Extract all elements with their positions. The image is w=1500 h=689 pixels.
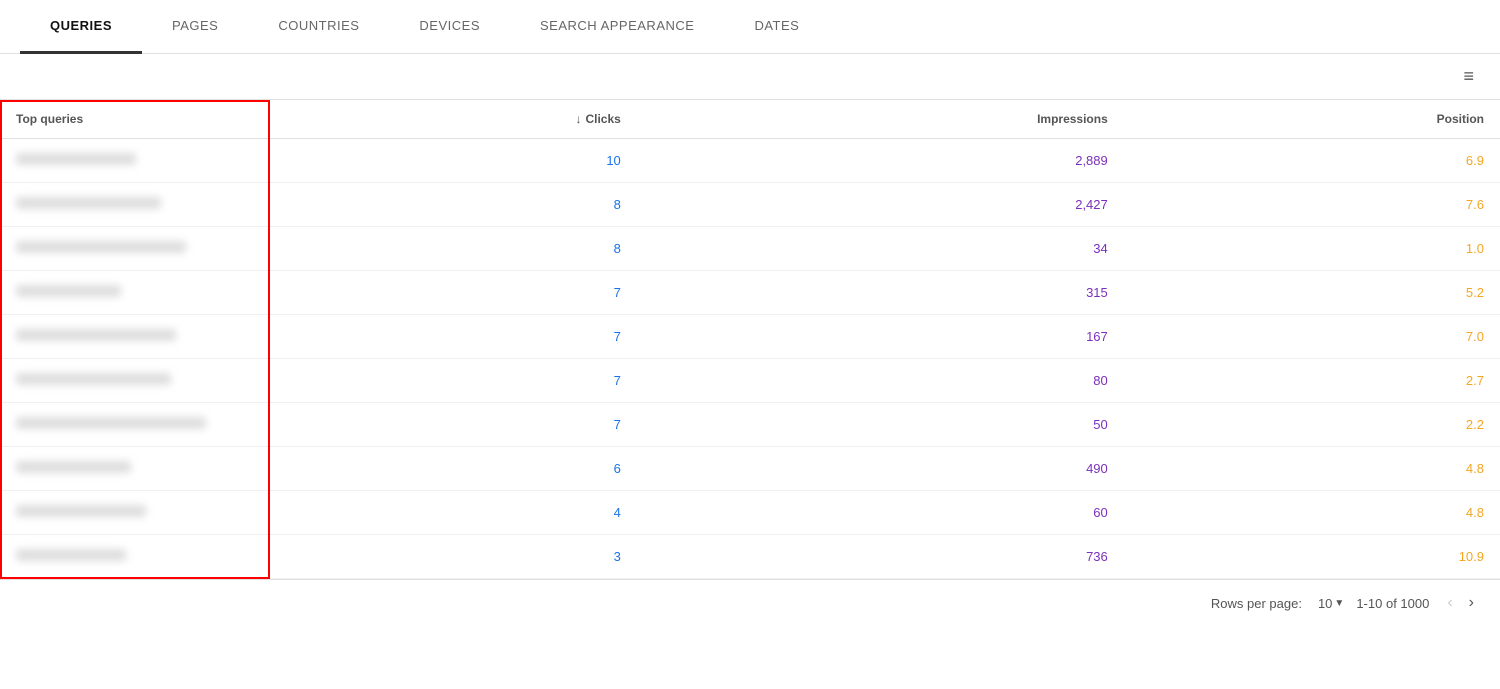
data-table: Top queries ↓Clicks Impressions Position…	[0, 100, 1500, 579]
chevron-down-icon: ▼	[1334, 598, 1344, 609]
table-body: 102,8896.982,4277.68341.073155.271677.07…	[0, 139, 1500, 579]
clicks-cell: 7	[270, 271, 637, 315]
table-row[interactable]: 82,4277.6	[0, 183, 1500, 227]
query-cell[interactable]	[0, 403, 270, 447]
pagination-range: 1-10 of 1000	[1356, 596, 1429, 611]
filter-button[interactable]: ≡	[1457, 64, 1480, 89]
clicks-cell: 4	[270, 491, 637, 535]
query-cell[interactable]	[0, 227, 270, 271]
clicks-cell: 8	[270, 227, 637, 271]
clicks-cell: 7	[270, 403, 637, 447]
position-cell: 2.7	[1124, 359, 1500, 403]
rows-per-page-dropdown[interactable]: 10 ▼	[1318, 596, 1344, 611]
clicks-cell: 7	[270, 359, 637, 403]
query-cell[interactable]	[0, 359, 270, 403]
impressions-cell: 60	[637, 491, 1124, 535]
query-cell[interactable]	[0, 183, 270, 227]
query-cell[interactable]	[0, 491, 270, 535]
query-cell[interactable]	[0, 447, 270, 491]
query-cell[interactable]	[0, 315, 270, 359]
tab-countries[interactable]: COUNTRIES	[248, 0, 389, 54]
clicks-cell: 6	[270, 447, 637, 491]
position-cell: 2.2	[1124, 403, 1500, 447]
clicks-cell: 8	[270, 183, 637, 227]
position-cell: 10.9	[1124, 535, 1500, 579]
prev-page-button[interactable]: ‹	[1441, 592, 1458, 614]
tab-search-appearance[interactable]: SEARCH APPEARANCE	[510, 0, 724, 54]
clicks-cell: 10	[270, 139, 637, 183]
next-page-button[interactable]: ›	[1463, 592, 1480, 614]
impressions-cell: 80	[637, 359, 1124, 403]
tab-queries[interactable]: QUERIES	[20, 0, 142, 54]
table-row[interactable]: 8341.0	[0, 227, 1500, 271]
pagination-bar: Rows per page: 10 ▼ 1-10 of 1000 ‹ ›	[0, 579, 1500, 626]
clicks-cell: 7	[270, 315, 637, 359]
position-cell: 6.9	[1124, 139, 1500, 183]
col-header-query: Top queries	[0, 100, 270, 139]
sort-arrow-icon: ↓	[575, 112, 581, 126]
query-cell[interactable]	[0, 139, 270, 183]
table-row[interactable]: 73155.2	[0, 271, 1500, 315]
impressions-cell: 736	[637, 535, 1124, 579]
position-cell: 4.8	[1124, 491, 1500, 535]
position-cell: 1.0	[1124, 227, 1500, 271]
tab-dates[interactable]: DATES	[724, 0, 829, 54]
toolbar: ≡	[0, 54, 1500, 100]
col-header-impressions[interactable]: Impressions	[637, 100, 1124, 139]
col-header-position[interactable]: Position	[1124, 100, 1500, 139]
position-cell: 7.0	[1124, 315, 1500, 359]
table-row[interactable]: 71677.0	[0, 315, 1500, 359]
impressions-cell: 167	[637, 315, 1124, 359]
position-cell: 4.8	[1124, 447, 1500, 491]
tabs-bar: QUERIES PAGES COUNTRIES DEVICES SEARCH A…	[0, 0, 1500, 54]
data-table-section: Top queries ↓Clicks Impressions Position…	[0, 100, 1500, 579]
impressions-cell: 50	[637, 403, 1124, 447]
query-cell[interactable]	[0, 271, 270, 315]
rows-per-page-label: Rows per page:	[1211, 596, 1302, 611]
impressions-cell: 2,889	[637, 139, 1124, 183]
impressions-cell: 490	[637, 447, 1124, 491]
position-cell: 5.2	[1124, 271, 1500, 315]
tab-pages[interactable]: PAGES	[142, 0, 248, 54]
query-cell[interactable]	[0, 535, 270, 579]
table-row[interactable]: 7502.2	[0, 403, 1500, 447]
position-cell: 7.6	[1124, 183, 1500, 227]
impressions-cell: 315	[637, 271, 1124, 315]
impressions-cell: 34	[637, 227, 1124, 271]
table-header-row: Top queries ↓Clicks Impressions Position	[0, 100, 1500, 139]
rows-per-page-value: 10	[1318, 596, 1332, 611]
table-row[interactable]: 4604.8	[0, 491, 1500, 535]
table-row[interactable]: 64904.8	[0, 447, 1500, 491]
impressions-cell: 2,427	[637, 183, 1124, 227]
clicks-cell: 3	[270, 535, 637, 579]
table-row[interactable]: 373610.9	[0, 535, 1500, 579]
col-header-clicks[interactable]: ↓Clicks	[270, 100, 637, 139]
filter-icon: ≡	[1463, 66, 1474, 86]
tab-devices[interactable]: DEVICES	[389, 0, 510, 54]
pagination-nav: ‹ ›	[1441, 592, 1480, 614]
table-row[interactable]: 7802.7	[0, 359, 1500, 403]
table-row[interactable]: 102,8896.9	[0, 139, 1500, 183]
